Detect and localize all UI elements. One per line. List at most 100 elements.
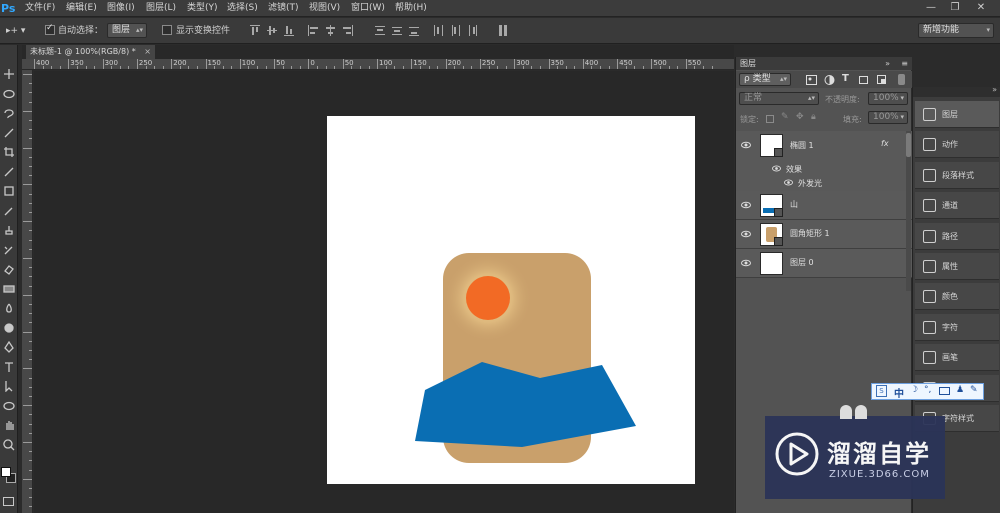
smart-object-filter-icon[interactable]: [876, 74, 887, 85]
align-top-icon[interactable]: [249, 24, 261, 37]
align-vertical-center-icon[interactable]: [266, 24, 278, 37]
effects-eye-icon[interactable]: [772, 164, 781, 173]
menu-image[interactable]: 图像(I): [107, 0, 135, 17]
layer-row[interactable]: 椭圆 1 fx 效果 外发光: [736, 131, 912, 193]
auto-align-layers-icon[interactable]: [497, 24, 509, 37]
blur-tool-icon[interactable]: [2, 301, 16, 315]
document-tab[interactable]: 未标题-1 @ 100%(RGB/8) * ×: [26, 45, 155, 59]
ime-lang[interactable]: 中: [894, 385, 904, 400]
healing-brush-tool-icon[interactable]: [2, 184, 16, 198]
dock-item-2[interactable]: 段落样式: [915, 161, 999, 189]
pixel-filter-icon[interactable]: [806, 75, 817, 85]
eraser-tool-icon[interactable]: [2, 262, 16, 276]
auto-select-checkbox[interactable]: ✓: [45, 23, 55, 35]
auto-select-target-dropdown[interactable]: 图层 ▴▾: [107, 23, 147, 38]
move-tool-icon[interactable]: [2, 67, 16, 81]
close-tab-icon[interactable]: ×: [144, 47, 151, 56]
dock-item-4[interactable]: 路径: [915, 222, 999, 250]
quick-select-tool-icon[interactable]: [2, 126, 16, 140]
fx-badge[interactable]: fx: [881, 139, 889, 148]
dock-item-1[interactable]: 动作: [915, 131, 999, 159]
minimize-icon[interactable]: —: [924, 2, 938, 14]
dock-item-3[interactable]: 通道: [915, 192, 999, 220]
ime-punct-icon[interactable]: °,: [924, 385, 931, 395]
scrollbar-thumb[interactable]: [906, 133, 911, 157]
clone-stamp-tool-icon[interactable]: [2, 223, 16, 237]
dodge-tool-icon[interactable]: [2, 321, 16, 335]
quick-mask-icon[interactable]: [3, 497, 14, 506]
menu-select[interactable]: 选择(S): [227, 0, 258, 17]
layers-scrollbar[interactable]: [906, 131, 911, 291]
show-transform-checkbox[interactable]: [162, 25, 172, 35]
lock-all-icon[interactable]: 🔒︎: [811, 112, 816, 122]
ime-tools-icon[interactable]: ✎: [970, 385, 978, 395]
crop-tool-icon[interactable]: [2, 145, 16, 159]
ime-halfwidth-icon[interactable]: ☽: [910, 385, 918, 395]
gradient-tool-icon[interactable]: [2, 282, 16, 296]
marquee-tool-icon[interactable]: [2, 87, 16, 101]
foreground-color-swatch[interactable]: [1, 467, 11, 477]
ime-logo-icon[interactable]: S: [876, 385, 887, 397]
dock-item-0[interactable]: 图层: [915, 101, 999, 128]
distribute-right-icon[interactable]: [466, 24, 478, 37]
menu-edit[interactable]: 编辑(E): [66, 0, 97, 17]
outer-glow-label[interactable]: 外发光: [798, 178, 822, 189]
menu-type[interactable]: 类型(Y): [187, 0, 218, 17]
dock-item-5[interactable]: 属性: [915, 253, 999, 280]
distribute-top-icon[interactable]: [374, 24, 386, 37]
filter-kind-dropdown[interactable]: ρ 类型 ▴▾: [739, 73, 791, 86]
adjustment-filter-icon[interactable]: [824, 75, 835, 85]
close-window-icon[interactable]: ✕: [974, 2, 988, 14]
shape-tool-icon[interactable]: [2, 399, 16, 413]
visibility-eye-icon[interactable]: [741, 229, 751, 239]
restore-icon[interactable]: ❐: [948, 2, 962, 14]
hand-tool-icon[interactable]: [2, 418, 16, 432]
lock-transparent-icon[interactable]: [766, 115, 774, 123]
path-select-tool-icon[interactable]: [2, 379, 16, 393]
workspace-dropdown[interactable]: 新增功能 ▾: [918, 23, 994, 38]
shape-filter-icon[interactable]: [858, 75, 869, 85]
move-tool-preset-icon[interactable]: ▸+ ▾: [6, 24, 25, 38]
pen-tool-icon[interactable]: [2, 340, 16, 354]
lasso-tool-icon[interactable]: [2, 106, 16, 120]
align-horizontal-center-icon[interactable]: [324, 24, 336, 37]
menu-window[interactable]: 窗口(W): [351, 0, 385, 17]
distribute-bottom-icon[interactable]: [408, 24, 420, 37]
collapse-panel-icon[interactable]: »: [885, 57, 890, 70]
zoom-tool-icon[interactable]: [2, 438, 16, 452]
ime-keyboard-icon[interactable]: [939, 387, 950, 395]
menu-filter[interactable]: 滤镜(T): [268, 0, 299, 17]
fill-field[interactable]: 100% ▾: [868, 111, 908, 124]
outer-glow-eye-icon[interactable]: [784, 178, 793, 187]
layer-row[interactable]: 山: [736, 191, 912, 220]
align-bottom-icon[interactable]: [283, 24, 295, 37]
filter-toggle[interactable]: [898, 74, 905, 85]
visibility-eye-icon[interactable]: [741, 140, 751, 150]
type-tool-icon[interactable]: [2, 360, 16, 374]
dock-item-7[interactable]: 字符: [915, 313, 999, 341]
visibility-eye-icon[interactable]: [741, 258, 751, 268]
menu-view[interactable]: 视图(V): [309, 0, 340, 17]
distribute-vertical-center-icon[interactable]: [391, 24, 403, 37]
blend-mode-dropdown[interactable]: 正常 ▴▾: [739, 92, 819, 105]
history-brush-tool-icon[interactable]: [2, 243, 16, 257]
type-filter-icon[interactable]: T: [842, 73, 849, 84]
panel-menu-icon[interactable]: ≡: [901, 57, 908, 70]
visibility-eye-icon[interactable]: [741, 200, 751, 210]
eyedropper-tool-icon[interactable]: [2, 165, 16, 179]
ime-user-icon[interactable]: ♟: [956, 385, 964, 395]
lock-pixels-icon[interactable]: ✎: [781, 112, 789, 122]
lock-position-icon[interactable]: ✥: [796, 112, 804, 122]
dock-collapse-icon[interactable]: »: [992, 85, 997, 94]
dock-item-6[interactable]: 颜色: [915, 283, 999, 311]
brush-tool-icon[interactable]: [2, 204, 16, 218]
menu-file[interactable]: 文件(F): [25, 0, 55, 17]
ime-toolbar[interactable]: S 中 ☽ °, ♟ ✎: [871, 383, 984, 400]
align-left-icon[interactable]: [307, 24, 319, 37]
layer-row[interactable]: 图层 0: [736, 249, 912, 278]
align-right-icon[interactable]: [341, 24, 353, 37]
document-canvas[interactable]: [327, 116, 695, 484]
opacity-field[interactable]: 100% ▾: [868, 92, 908, 105]
dock-item-8[interactable]: 画笔: [915, 344, 999, 372]
distribute-left-icon[interactable]: [432, 24, 444, 37]
